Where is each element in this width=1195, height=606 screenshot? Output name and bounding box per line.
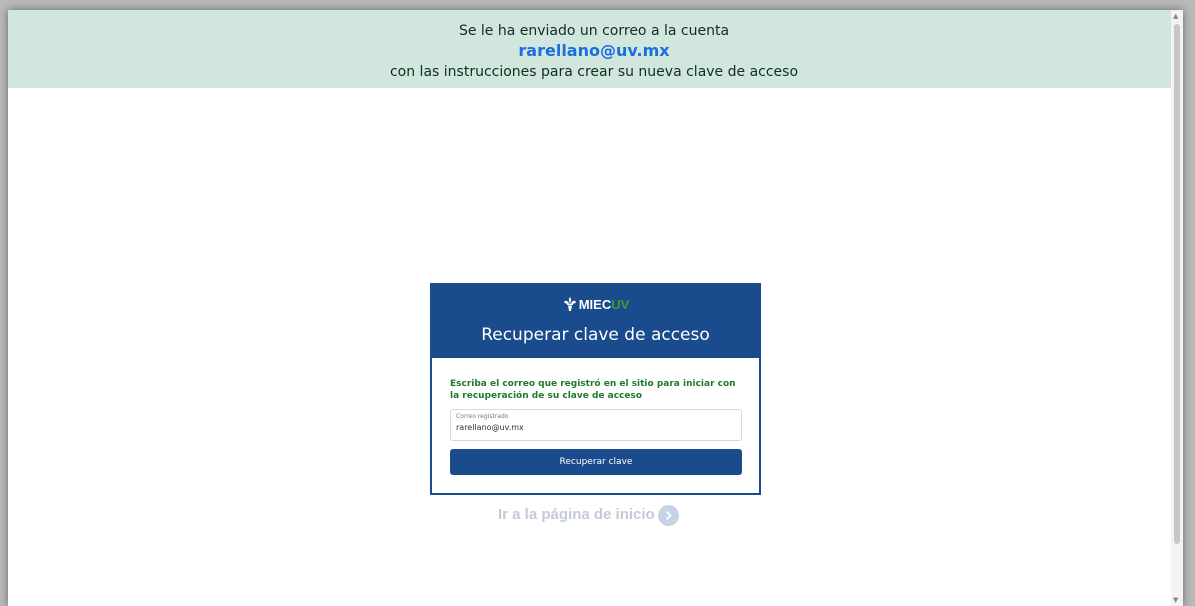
logo-uv-text: UV	[611, 297, 630, 312]
vertical-scrollbar[interactable]: ▲ ▼	[1171, 10, 1183, 606]
home-page-link[interactable]: Ir a la página de inicio	[498, 503, 698, 527]
alert-message-line1: Se le ha enviado un correo a la cuenta	[458, 23, 730, 39]
success-alert: Se le ha enviado un correo a la cuenta r…	[8, 10, 1180, 88]
email-field-value[interactable]: rarellano@uv.mx	[456, 423, 736, 432]
recover-password-card: MIECUV Recuperar clave de acceso Escriba…	[430, 283, 761, 495]
email-field-label: Correo registrado	[456, 413, 509, 420]
chevron-right-circle-icon[interactable]	[657, 504, 679, 526]
scroll-up-arrow-icon[interactable]: ▲	[1173, 12, 1178, 20]
miec-uv-logo: MIECUV	[432, 296, 759, 312]
card-title: Recuperar clave de acceso	[481, 325, 710, 345]
scroll-down-arrow-icon[interactable]: ▼	[1173, 596, 1178, 604]
home-page-link-label[interactable]: Ir a la página de inicio	[498, 506, 655, 523]
card-body: Escriba el correo que registró en el sit…	[432, 358, 759, 475]
alert-email: rarellano@uv.mx	[518, 41, 670, 60]
flor-de-lis-icon	[563, 297, 576, 311]
card-header: MIECUV Recuperar clave de acceso	[432, 285, 759, 358]
recover-password-button[interactable]: Recuperar clave	[450, 449, 742, 475]
alert-message-line3: con las instrucciones para crear su nuev…	[389, 64, 799, 80]
email-field[interactable]: Correo registrado rarellano@uv.mx	[450, 409, 742, 441]
instructions-text: Escriba el correo que registró en el sit…	[450, 379, 736, 401]
scrollbar-thumb[interactable]	[1174, 24, 1180, 544]
logo-miec-text: MIEC	[578, 297, 612, 312]
browser-viewport: Se le ha enviado un correo a la cuenta r…	[8, 10, 1183, 606]
